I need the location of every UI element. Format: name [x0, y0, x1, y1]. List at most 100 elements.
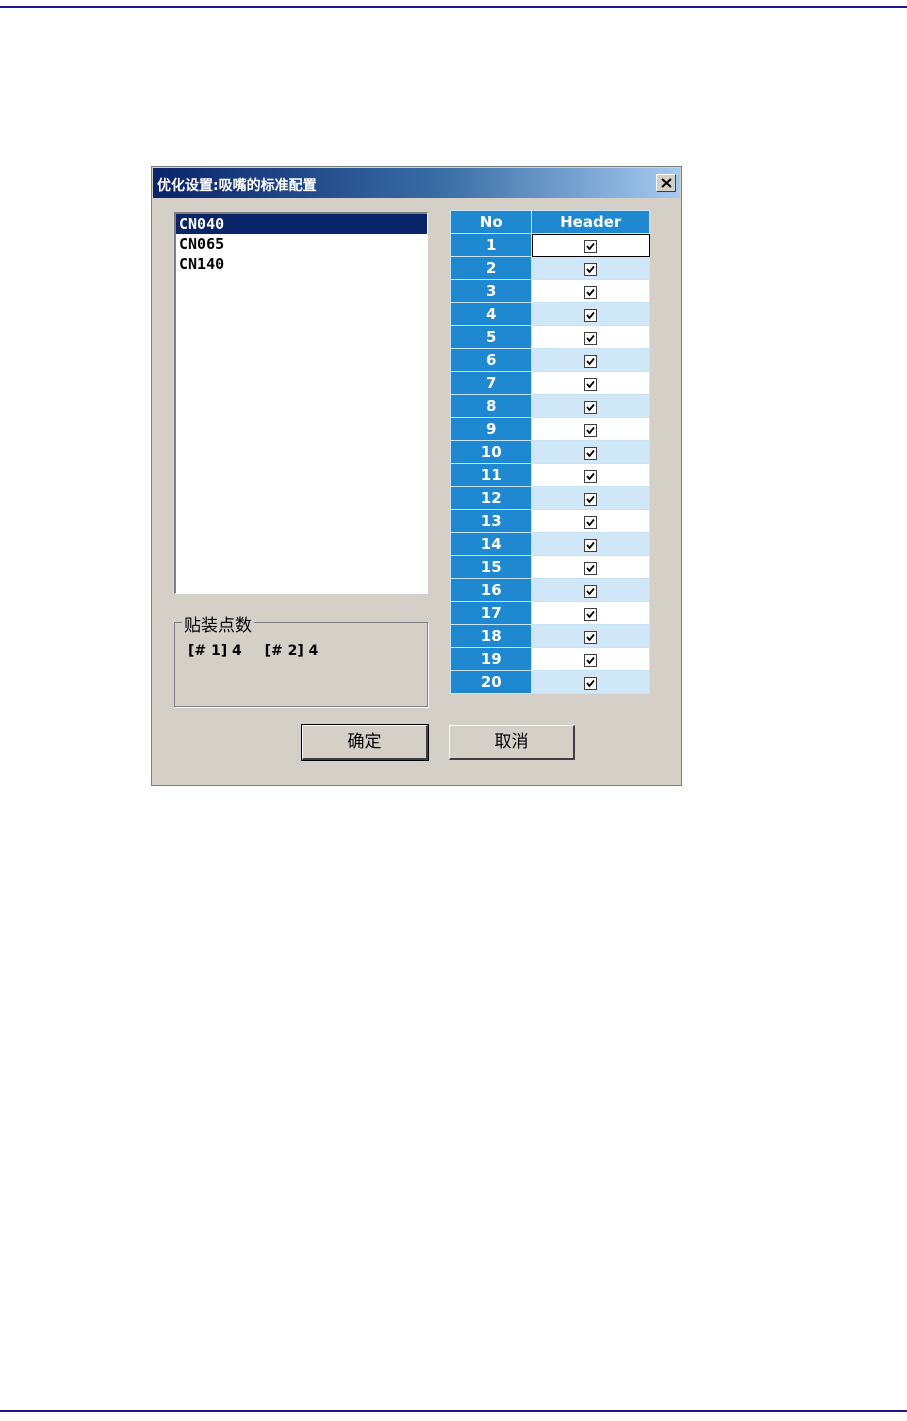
checkmark-icon — [586, 587, 595, 595]
header-checkbox[interactable] — [584, 354, 598, 368]
table-row[interactable]: 19 — [449, 647, 650, 671]
table-row[interactable]: 1 — [449, 233, 650, 257]
header-checkbox[interactable] — [584, 492, 598, 506]
header-checkbox[interactable] — [584, 446, 598, 460]
list-item[interactable]: CN140 — [176, 254, 427, 274]
header-cell[interactable] — [531, 371, 650, 395]
header-checkbox[interactable] — [584, 515, 598, 529]
header-checkbox[interactable] — [584, 400, 598, 414]
ok-button[interactable]: 确定 — [301, 724, 429, 761]
table-row[interactable]: 9 — [449, 417, 650, 441]
table-row[interactable]: 2 — [449, 256, 650, 280]
header-checkbox[interactable] — [584, 331, 598, 345]
header-cell[interactable] — [531, 670, 650, 694]
header-checkbox[interactable] — [584, 630, 598, 644]
checkmark-icon — [586, 633, 595, 641]
table-row[interactable]: 8 — [449, 394, 650, 418]
placement-counts: [# 1] 4 [# 2] 4 — [188, 643, 336, 659]
table-row[interactable]: 3 — [449, 279, 650, 303]
row-number: 13 — [449, 509, 533, 533]
checkmark-icon — [586, 518, 595, 526]
checkmark-icon — [586, 495, 595, 503]
table-row[interactable]: 15 — [449, 555, 650, 579]
header-checkbox[interactable] — [584, 262, 598, 276]
column-header-header[interactable]: Header — [531, 210, 650, 234]
table-row[interactable]: 18 — [449, 624, 650, 648]
table-row[interactable]: 16 — [449, 578, 650, 602]
close-button[interactable] — [656, 174, 676, 192]
list-item[interactable]: CN065 — [176, 234, 427, 254]
header-cell[interactable] — [531, 417, 650, 441]
header-checkbox[interactable] — [584, 239, 598, 253]
row-number: 3 — [449, 279, 533, 303]
row-number: 17 — [449, 601, 533, 625]
header-cell[interactable] — [531, 233, 650, 257]
header-cell[interactable] — [531, 463, 650, 487]
row-number: 11 — [449, 463, 533, 487]
header-checkbox[interactable] — [584, 584, 598, 598]
row-number: 1 — [449, 233, 533, 257]
header-cell[interactable] — [531, 394, 650, 418]
row-number: 12 — [449, 486, 533, 510]
page-bottom-rule — [0, 1410, 907, 1412]
table-row[interactable]: 6 — [449, 348, 650, 372]
header-cell[interactable] — [531, 578, 650, 602]
header-cell[interactable] — [531, 440, 650, 464]
checkmark-icon — [586, 541, 595, 549]
table-row[interactable]: 10 — [449, 440, 650, 464]
header-cell[interactable] — [531, 348, 650, 372]
table-row[interactable]: 17 — [449, 601, 650, 625]
table-row[interactable]: 20 — [449, 670, 650, 694]
checkmark-icon — [586, 610, 595, 618]
checkmark-icon — [586, 426, 595, 434]
table-row[interactable]: 5 — [449, 325, 650, 349]
close-icon — [661, 178, 672, 188]
header-cell[interactable] — [531, 256, 650, 280]
header-cell[interactable] — [531, 486, 650, 510]
row-number: 8 — [449, 394, 533, 418]
header-cell[interactable] — [531, 279, 650, 303]
header-grid: No Header 1 2 3 4 5 6 7 8 9 10 11 12 13 14 15 16 17 18 19 2… — [449, 210, 650, 694]
header-cell[interactable] — [531, 509, 650, 533]
row-number: 19 — [449, 647, 533, 671]
header-cell[interactable] — [531, 555, 650, 579]
header-checkbox[interactable] — [584, 676, 598, 690]
header-cell[interactable] — [531, 624, 650, 648]
column-header-no[interactable]: No — [449, 210, 533, 234]
list-item[interactable]: CN040 — [176, 214, 427, 234]
header-checkbox[interactable] — [584, 377, 598, 391]
checkmark-icon — [586, 656, 595, 664]
head-2-count: [# 2] 4 — [264, 643, 319, 659]
header-cell[interactable] — [531, 302, 650, 326]
nozzle-listbox[interactable]: CN040 CN065 CN140 — [174, 212, 428, 594]
header-cell[interactable] — [531, 647, 650, 671]
table-row[interactable]: 11 — [449, 463, 650, 487]
header-cell[interactable] — [531, 532, 650, 556]
checkmark-icon — [586, 564, 595, 572]
header-checkbox[interactable] — [584, 538, 598, 552]
header-checkbox[interactable] — [584, 308, 598, 322]
checkmark-icon — [586, 334, 595, 342]
table-row[interactable]: 12 — [449, 486, 650, 510]
row-number: 14 — [449, 532, 533, 556]
header-checkbox[interactable] — [584, 469, 598, 483]
header-cell[interactable] — [531, 325, 650, 349]
header-cell[interactable] — [531, 601, 650, 625]
checkmark-icon — [586, 288, 595, 296]
table-row[interactable]: 4 — [449, 302, 650, 326]
header-checkbox[interactable] — [584, 285, 598, 299]
table-row[interactable]: 14 — [449, 532, 650, 556]
dialog-title: 优化设置:吸嘴的标准配置 — [157, 178, 317, 194]
header-checkbox[interactable] — [584, 653, 598, 667]
header-checkbox[interactable] — [584, 561, 598, 575]
header-checkbox[interactable] — [584, 423, 598, 437]
table-row[interactable]: 13 — [449, 509, 650, 533]
page-top-rule — [0, 6, 907, 8]
checkmark-icon — [586, 403, 595, 411]
dialog-titlebar[interactable]: 优化设置:吸嘴的标准配置 — [153, 168, 680, 198]
checkmark-icon — [586, 357, 595, 365]
table-row[interactable]: 7 — [449, 371, 650, 395]
placement-count-legend: 贴装点数 — [182, 611, 254, 636]
cancel-button[interactable]: 取消 — [449, 725, 575, 760]
header-checkbox[interactable] — [584, 607, 598, 621]
